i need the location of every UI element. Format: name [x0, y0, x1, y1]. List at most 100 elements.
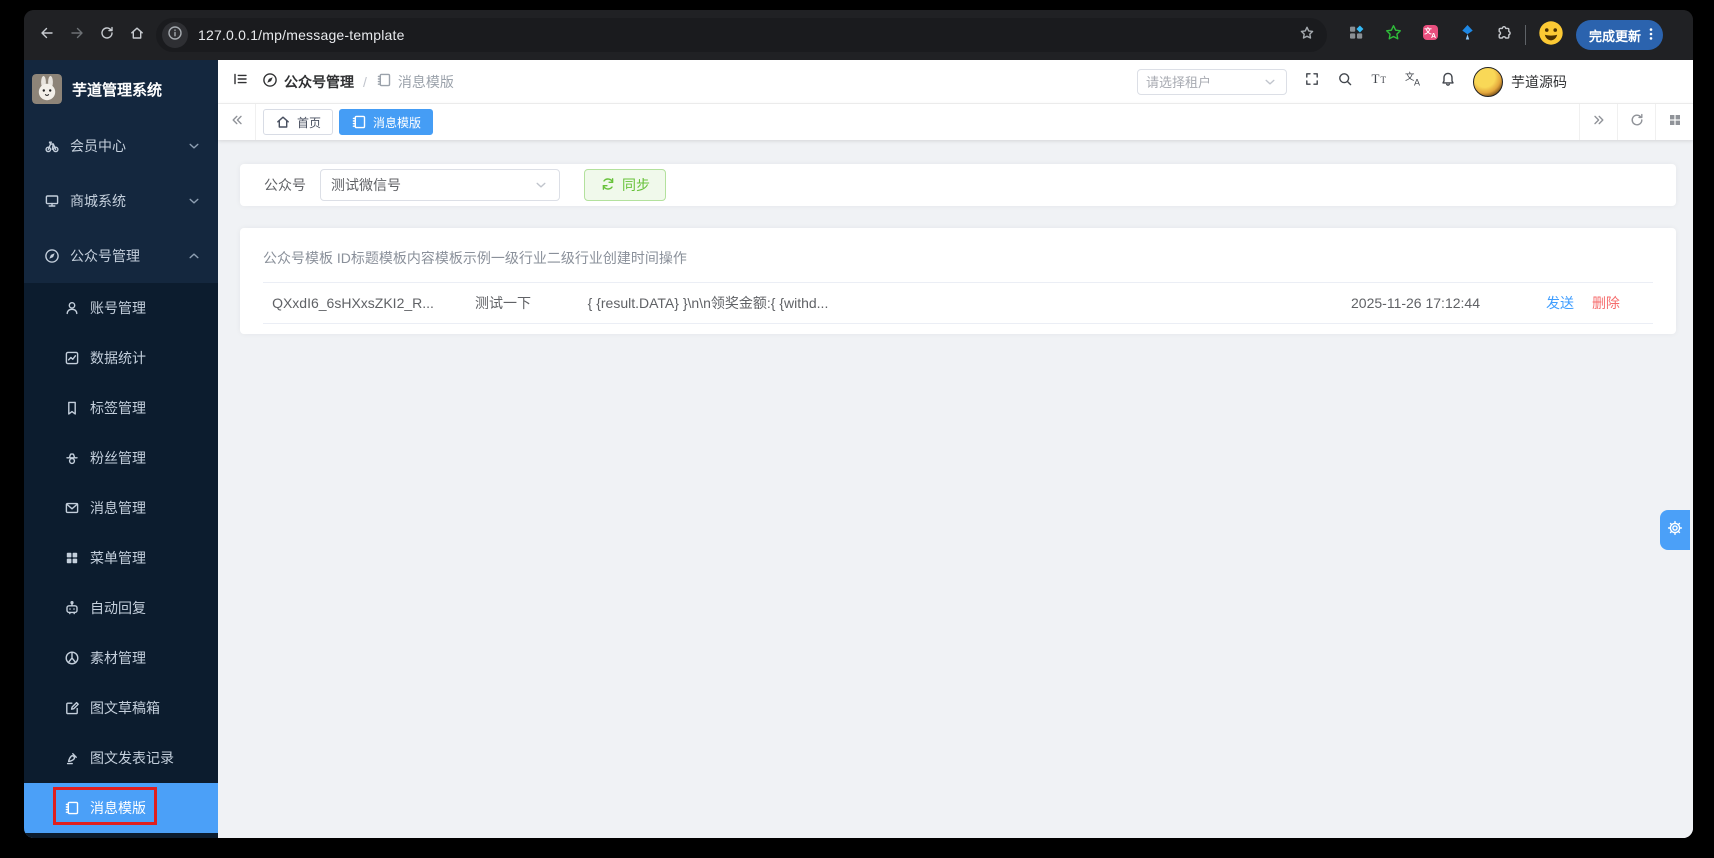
address-bar[interactable]: 127.0.0.1/mp/message-template [156, 18, 1327, 52]
notification-bell-icon[interactable] [1440, 71, 1456, 92]
sidebar-item-official-account[interactable]: 公众号管理 [24, 228, 218, 283]
message-icon [64, 500, 80, 516]
app-logo-row[interactable]: 芋道管理系统 [24, 60, 218, 118]
site-info-icon[interactable] [162, 22, 188, 48]
page-content: 公众号 测试微信号 同步 公众号模板 ID 标题 模板内容 模板示例 一级行业 二级行业创… [218, 140, 1693, 838]
sidebar-item-template[interactable]: 消息模版 [24, 783, 218, 833]
column-header-2: 模板内容 [378, 250, 435, 266]
browser-profile-avatar[interactable] [1538, 20, 1564, 48]
breadcrumb-item-message-template: 消息模版 [376, 72, 454, 92]
template-icon [64, 800, 80, 816]
sidebar-item-account[interactable]: 账号管理 [24, 283, 218, 333]
sync-button[interactable]: 同步 [584, 169, 666, 201]
breadcrumb-item-official-account[interactable]: 公众号管理 [262, 72, 354, 92]
sidebar-item-member-center[interactable]: 会员中心 [24, 118, 218, 173]
draft-icon [64, 700, 80, 716]
extension-extension-grid[interactable] [1347, 24, 1365, 46]
tabs-scroll-left-icon[interactable] [218, 104, 256, 140]
auto-reply-icon [64, 600, 80, 616]
column-header-5: 二级行业 [546, 250, 603, 266]
send-link[interactable]: 发送 [1546, 295, 1574, 311]
column-header-0: 公众号模板 ID [263, 250, 351, 266]
url-text[interactable]: 127.0.0.1/mp/message-template [198, 27, 1293, 43]
tag-icon [64, 400, 80, 416]
sync-icon [600, 176, 616, 195]
browser-window: 127.0.0.1/mp/message-template 文A 完成更新 芋道… [24, 10, 1693, 838]
column-header-7: 操作 [658, 250, 687, 266]
sidebar-fold-icon[interactable] [232, 71, 248, 92]
sidebar-item-publish-record[interactable]: 图文发表记录 [24, 733, 218, 783]
cell-template-id: QXxdI6_6sHXxsZKI2_R... [272, 295, 434, 311]
sidebar: 芋道管理系统 会员中心 商城系统 公众号管理 账号管理 数据统计 标签管理 粉丝… [24, 60, 218, 838]
statistics-icon [64, 350, 80, 366]
account-filter-label: 公众号 [264, 177, 306, 193]
chrome-update-button[interactable]: 完成更新 [1576, 20, 1664, 50]
bookmark-star-icon[interactable] [1293, 21, 1321, 49]
main-area: 公众号管理 / 消息模版 请选择租户 TT 文A 芋道源码 首页 消息模版 公众… [218, 60, 1693, 838]
tabs: 首页 消息模版 [256, 104, 1579, 140]
template-table-card: 公众号模板 ID 标题 模板内容 模板示例 一级行业 二级行业 创建时间 操作 QXxdI6_… [240, 228, 1676, 334]
extension-extension-star[interactable] [1384, 24, 1402, 46]
chevron-down-icon [1262, 74, 1278, 90]
delete-link[interactable]: 删除 [1592, 295, 1620, 311]
toolbar-divider [1525, 25, 1526, 45]
app-title: 芋道管理系统 [72, 81, 163, 99]
extension-extension-balloon[interactable] [1458, 25, 1476, 44]
user-name: 芋道源码 [1511, 73, 1567, 90]
tabs-scroll-right-icon[interactable] [1579, 104, 1617, 140]
layout-grid-icon[interactable] [1655, 104, 1693, 140]
update-label: 完成更新 [1589, 28, 1642, 44]
sidebar-submenu: 账号管理 数据统计 标签管理 粉丝管理 消息管理 菜单管理 自动回复 素材管理 … [24, 283, 218, 838]
browser-home-icon[interactable] [122, 20, 152, 50]
column-header-3: 模板示例 [434, 250, 491, 266]
publish-record-icon [64, 750, 80, 766]
header-right: 请选择租户 TT 文A 芋道源码 [1137, 66, 1679, 97]
sidebar-item-statistics[interactable]: 数据统计 [24, 333, 218, 383]
column-header-6: 创建时间 [602, 250, 659, 266]
cell-title: 测试一下 [475, 295, 531, 311]
sidebar-item-auto-reply[interactable]: 自动回复 [24, 583, 218, 633]
browser-toolbar: 127.0.0.1/mp/message-template 文A 完成更新 [24, 10, 1693, 60]
column-header-4: 一级行业 [490, 250, 547, 266]
column-header-1: 标题 [350, 250, 379, 266]
page-header: 公众号管理 / 消息模版 请选择租户 TT 文A 芋道源码 [218, 60, 1693, 104]
sidebar-item-tag[interactable]: 标签管理 [24, 383, 218, 433]
back-icon[interactable] [32, 20, 62, 50]
filter-card: 公众号 测试微信号 同步 [240, 164, 1676, 206]
chevron-down-icon [186, 138, 202, 154]
sidebar-item-message[interactable]: 消息管理 [24, 483, 218, 533]
sidebar-item-material[interactable]: 素材管理 [24, 633, 218, 683]
menu-grid-icon [64, 550, 80, 566]
extension-extensions-puzzle[interactable] [1495, 25, 1513, 44]
template-icon [351, 114, 367, 130]
tab-message-template[interactable]: 消息模版 [339, 109, 434, 135]
fullscreen-icon[interactable] [1304, 71, 1320, 92]
font-size-icon[interactable]: TT [1370, 70, 1388, 93]
language-icon[interactable]: 文A [1405, 70, 1423, 93]
user-avatar [1473, 66, 1503, 97]
tab-home[interactable]: 首页 [263, 109, 334, 135]
official-account-icon [262, 72, 278, 91]
sidebar-item-fans[interactable]: 粉丝管理 [24, 433, 218, 483]
tenant-select[interactable]: 请选择租户 [1137, 68, 1287, 95]
breadcrumb: 公众号管理 / 消息模版 [262, 72, 454, 92]
settings-gear-button[interactable] [1660, 510, 1690, 550]
fans-icon [64, 450, 80, 466]
sidebar-item-menu-grid[interactable]: 菜单管理 [24, 533, 218, 583]
refresh-page-icon[interactable] [1617, 104, 1655, 140]
user-menu[interactable]: 芋道源码 [1473, 66, 1567, 97]
browser-menu-icon[interactable] [1643, 26, 1659, 45]
extension-star-icon [1385, 24, 1402, 46]
extension-extension-translate[interactable]: 文A [1421, 25, 1439, 44]
account-select[interactable]: 测试微信号 [320, 169, 560, 201]
material-icon [64, 650, 80, 666]
gear-icon [1667, 520, 1683, 541]
account-select-value: 测试微信号 [331, 177, 401, 193]
forward-icon[interactable] [62, 20, 92, 50]
sidebar-item-mall-system[interactable]: 商城系统 [24, 173, 218, 228]
reload-icon[interactable] [92, 20, 122, 50]
home-icon [275, 114, 291, 130]
search-icon[interactable] [1337, 71, 1353, 92]
sidebar-item-draft[interactable]: 图文草稿箱 [24, 683, 218, 733]
extension-grid-icon [1348, 24, 1365, 46]
